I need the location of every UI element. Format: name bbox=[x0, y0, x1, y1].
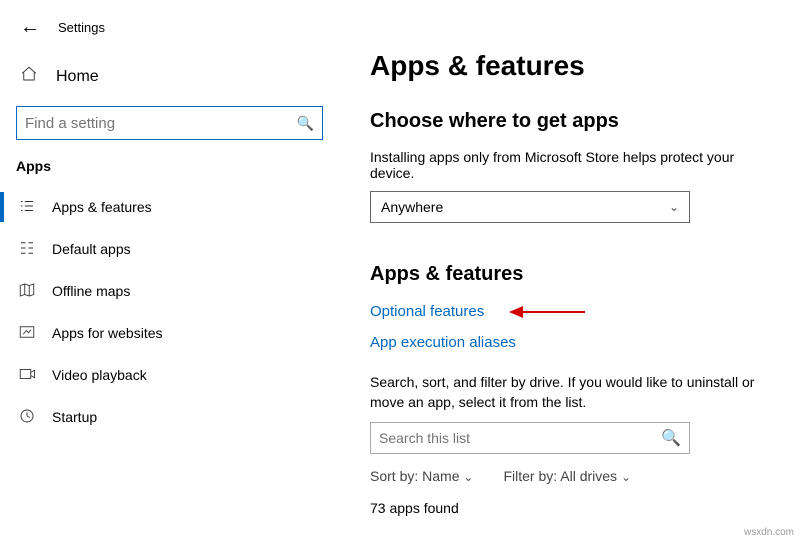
sidebar-item-apps-features[interactable]: Apps & features bbox=[0, 186, 339, 228]
sidebar-item-label: Apps for websites bbox=[52, 325, 163, 341]
sidebar-item-label: Default apps bbox=[52, 241, 131, 257]
chevron-down-icon: ⌄ bbox=[669, 200, 679, 214]
sidebar: ← Settings Home 🔍 Apps Apps & features D… bbox=[0, 0, 340, 540]
filter-label: Filter by: bbox=[503, 468, 557, 484]
filter-value: All drives bbox=[560, 468, 617, 484]
settings-search-input[interactable] bbox=[25, 115, 297, 132]
home-nav[interactable]: Home bbox=[0, 55, 339, 98]
watermark: wsxdn.com bbox=[744, 527, 794, 538]
page-title: Apps & features bbox=[370, 50, 780, 82]
choose-heading: Choose where to get apps bbox=[370, 110, 780, 133]
defaults-icon bbox=[16, 239, 38, 260]
sidebar-item-offline-maps[interactable]: Offline maps bbox=[0, 270, 339, 312]
video-icon bbox=[16, 365, 38, 386]
chevron-down-icon: ⌄ bbox=[463, 470, 473, 484]
sidebar-item-startup[interactable]: Startup bbox=[0, 396, 339, 438]
search-icon: 🔍 bbox=[297, 115, 314, 132]
chevron-down-icon: ⌄ bbox=[621, 470, 631, 484]
sidebar-item-label: Offline maps bbox=[52, 283, 130, 299]
startup-icon bbox=[16, 407, 38, 428]
app-source-select[interactable]: Anywhere ⌄ bbox=[370, 191, 690, 223]
optional-features-link[interactable]: Optional features bbox=[370, 303, 484, 320]
home-icon bbox=[18, 65, 40, 88]
app-list-search[interactable]: 🔍 bbox=[370, 422, 690, 454]
back-icon[interactable]: ← bbox=[20, 16, 40, 39]
home-label: Home bbox=[56, 68, 99, 86]
sort-filter-row: Sort by: Name ⌄ Filter by: All drives ⌄ bbox=[370, 468, 780, 484]
app-source-value: Anywhere bbox=[381, 199, 443, 215]
app-execution-aliases-link[interactable]: App execution aliases bbox=[370, 334, 516, 351]
sidebar-item-label: Apps & features bbox=[52, 199, 152, 215]
filter-description: Search, sort, and filter by drive. If yo… bbox=[370, 373, 780, 412]
choose-description: Installing apps only from Microsoft Stor… bbox=[370, 149, 780, 181]
sort-by-control[interactable]: Sort by: Name ⌄ bbox=[370, 468, 473, 484]
annotation-arrow-icon bbox=[507, 302, 587, 322]
website-icon bbox=[16, 323, 38, 344]
sidebar-item-default-apps[interactable]: Default apps bbox=[0, 228, 339, 270]
main-content: Apps & features Choose where to get apps… bbox=[340, 0, 800, 540]
app-list-search-input[interactable] bbox=[379, 430, 661, 446]
window-title: Settings bbox=[58, 20, 105, 35]
sort-value: Name bbox=[422, 468, 459, 484]
category-header: Apps bbox=[0, 158, 339, 186]
sidebar-item-apps-for-websites[interactable]: Apps for websites bbox=[0, 312, 339, 354]
settings-search[interactable]: 🔍 bbox=[16, 106, 323, 140]
apps-features-heading: Apps & features bbox=[370, 263, 780, 286]
app-count: 73 apps found bbox=[370, 500, 780, 516]
list-icon bbox=[16, 197, 38, 218]
filter-by-control[interactable]: Filter by: All drives ⌄ bbox=[503, 468, 631, 484]
map-icon bbox=[16, 281, 38, 302]
sidebar-item-label: Video playback bbox=[52, 367, 147, 383]
header-row: ← Settings bbox=[0, 16, 339, 55]
sort-label: Sort by: bbox=[370, 468, 418, 484]
search-icon: 🔍 bbox=[661, 428, 681, 448]
sidebar-item-video-playback[interactable]: Video playback bbox=[0, 354, 339, 396]
sidebar-item-label: Startup bbox=[52, 409, 97, 425]
